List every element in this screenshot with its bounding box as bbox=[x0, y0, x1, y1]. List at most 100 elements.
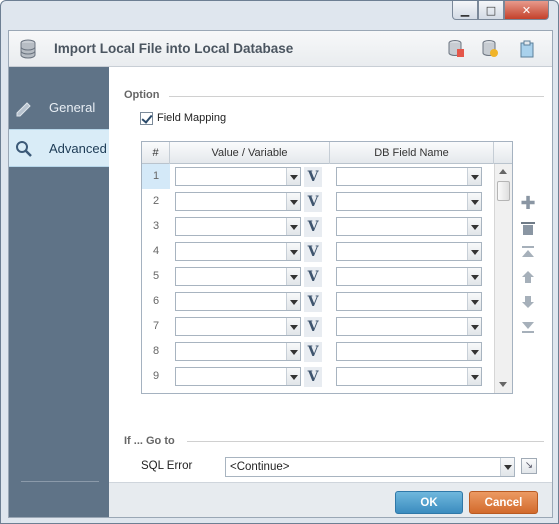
chevron-down-icon[interactable] bbox=[286, 193, 300, 210]
minimize-button[interactable]: ▁ bbox=[452, 1, 478, 20]
db-field-select[interactable] bbox=[336, 317, 482, 336]
chevron-down-icon[interactable] bbox=[467, 293, 481, 310]
variable-picker-button[interactable]: V bbox=[304, 317, 322, 337]
variable-picker-button[interactable]: V bbox=[304, 242, 322, 262]
value-variable-select[interactable] bbox=[175, 242, 301, 261]
row-number: 5 bbox=[152, 270, 160, 282]
variable-picker-button[interactable]: V bbox=[304, 167, 322, 187]
column-header-db-field[interactable]: DB Field Name bbox=[330, 142, 494, 164]
chevron-down-icon[interactable] bbox=[467, 218, 481, 235]
db-field-select[interactable] bbox=[336, 217, 482, 236]
move-down-icon bbox=[522, 296, 534, 308]
move-bottom-button[interactable] bbox=[519, 320, 537, 338]
sidebar-item-advanced[interactable]: Advanced bbox=[9, 129, 109, 167]
delete-row-button[interactable] bbox=[519, 220, 537, 238]
close-button[interactable]: ✕ bbox=[504, 1, 549, 20]
database-export-icon[interactable] bbox=[447, 40, 465, 58]
chevron-down-icon[interactable] bbox=[500, 458, 514, 476]
db-field-select[interactable] bbox=[336, 292, 482, 311]
table-row[interactable]: 7V bbox=[142, 314, 494, 339]
title-bar[interactable]: ▁ □ ✕ bbox=[1, 1, 558, 23]
ok-button[interactable]: OK bbox=[395, 491, 463, 514]
db-field-select[interactable] bbox=[336, 167, 482, 186]
database-refresh-icon[interactable] bbox=[481, 40, 499, 58]
chevron-down-icon[interactable] bbox=[467, 368, 481, 385]
table-row[interactable]: 1V bbox=[142, 164, 494, 189]
db-field-select[interactable] bbox=[336, 342, 482, 361]
chevron-down-icon[interactable] bbox=[467, 318, 481, 335]
dialog-header: Import Local File into Local Database bbox=[9, 31, 552, 67]
sidebar-item-general[interactable]: General bbox=[9, 89, 109, 127]
chevron-down-icon[interactable] bbox=[467, 193, 481, 210]
chevron-down-icon[interactable] bbox=[286, 168, 300, 185]
chevron-down-icon[interactable] bbox=[286, 318, 300, 335]
row-number: 7 bbox=[152, 320, 160, 332]
dialog-footer: OK Cancel bbox=[109, 482, 552, 517]
dialog-client-area: Import Local File into Local Database Ge… bbox=[8, 30, 553, 518]
variable-picker-button[interactable]: V bbox=[304, 292, 322, 312]
chevron-down-icon[interactable] bbox=[286, 293, 300, 310]
dialog-title: Import Local File into Local Database bbox=[54, 41, 294, 56]
row-number: 1 bbox=[142, 164, 170, 189]
dialog-window: ▁ □ ✕ Import Local File into Local Datab… bbox=[0, 0, 559, 524]
table-row[interactable]: 2V bbox=[142, 189, 494, 214]
add-row-button[interactable]: ✚ bbox=[519, 195, 537, 213]
field-mapping-grid: # Value / Variable DB Field Name 1V2V3V4… bbox=[141, 141, 513, 394]
grid-vertical-scrollbar[interactable] bbox=[494, 164, 512, 393]
chevron-down-icon[interactable] bbox=[286, 243, 300, 260]
clipboard-icon[interactable] bbox=[518, 40, 536, 58]
field-mapping-label: Field Mapping bbox=[157, 112, 227, 124]
row-number: 4 bbox=[152, 245, 160, 257]
move-down-button[interactable] bbox=[519, 295, 537, 313]
value-variable-select[interactable] bbox=[175, 292, 301, 311]
variable-picker-button[interactable]: V bbox=[304, 192, 322, 212]
chevron-down-icon[interactable] bbox=[467, 343, 481, 360]
row-number: 2 bbox=[152, 195, 160, 207]
goto-jump-button[interactable]: ↘ bbox=[521, 458, 537, 474]
db-field-select[interactable] bbox=[336, 242, 482, 261]
value-variable-select[interactable] bbox=[175, 217, 301, 236]
pencil-icon bbox=[16, 102, 31, 117]
table-row[interactable]: 6V bbox=[142, 289, 494, 314]
value-variable-select[interactable] bbox=[175, 267, 301, 286]
value-variable-select[interactable] bbox=[175, 192, 301, 211]
scroll-thumb[interactable] bbox=[497, 181, 510, 201]
chevron-down-icon[interactable] bbox=[286, 268, 300, 285]
column-header-value[interactable]: Value / Variable bbox=[170, 142, 330, 164]
field-mapping-checkbox[interactable] bbox=[140, 112, 153, 125]
scroll-up-arrow[interactable] bbox=[495, 164, 512, 180]
scroll-down-arrow[interactable] bbox=[495, 377, 512, 393]
table-row[interactable]: 8V bbox=[142, 339, 494, 364]
variable-picker-button[interactable]: V bbox=[304, 367, 322, 387]
move-top-button[interactable] bbox=[519, 245, 537, 263]
chevron-down-icon[interactable] bbox=[467, 243, 481, 260]
db-field-select[interactable] bbox=[336, 192, 482, 211]
chevron-down-icon[interactable] bbox=[286, 343, 300, 360]
cancel-button[interactable]: Cancel bbox=[469, 491, 538, 514]
column-header-number[interactable]: # bbox=[142, 142, 170, 164]
table-row[interactable]: 3V bbox=[142, 214, 494, 239]
value-variable-select[interactable] bbox=[175, 317, 301, 336]
chevron-down-icon[interactable] bbox=[467, 268, 481, 285]
variable-picker-button[interactable]: V bbox=[304, 217, 322, 237]
sql-error-select[interactable]: <Continue> bbox=[225, 457, 515, 477]
goto-divider bbox=[187, 441, 544, 442]
table-row[interactable]: 5V bbox=[142, 264, 494, 289]
chevron-down-icon[interactable] bbox=[286, 368, 300, 385]
add-icon: ✚ bbox=[520, 193, 536, 214]
maximize-button[interactable]: □ bbox=[478, 1, 504, 20]
sql-error-value: <Continue> bbox=[230, 461, 290, 473]
db-field-select[interactable] bbox=[336, 367, 482, 386]
move-up-button[interactable] bbox=[519, 270, 537, 288]
chevron-down-icon[interactable] bbox=[286, 218, 300, 235]
table-row[interactable]: 4V bbox=[142, 239, 494, 264]
variable-picker-button[interactable]: V bbox=[304, 342, 322, 362]
value-variable-select[interactable] bbox=[175, 342, 301, 361]
value-variable-select[interactable] bbox=[175, 367, 301, 386]
db-field-select[interactable] bbox=[336, 267, 482, 286]
value-variable-select[interactable] bbox=[175, 167, 301, 186]
table-row[interactable]: 9V bbox=[142, 364, 494, 389]
variable-picker-button[interactable]: V bbox=[304, 267, 322, 287]
chevron-down-icon[interactable] bbox=[467, 168, 481, 185]
option-section-label: Option bbox=[124, 89, 160, 101]
